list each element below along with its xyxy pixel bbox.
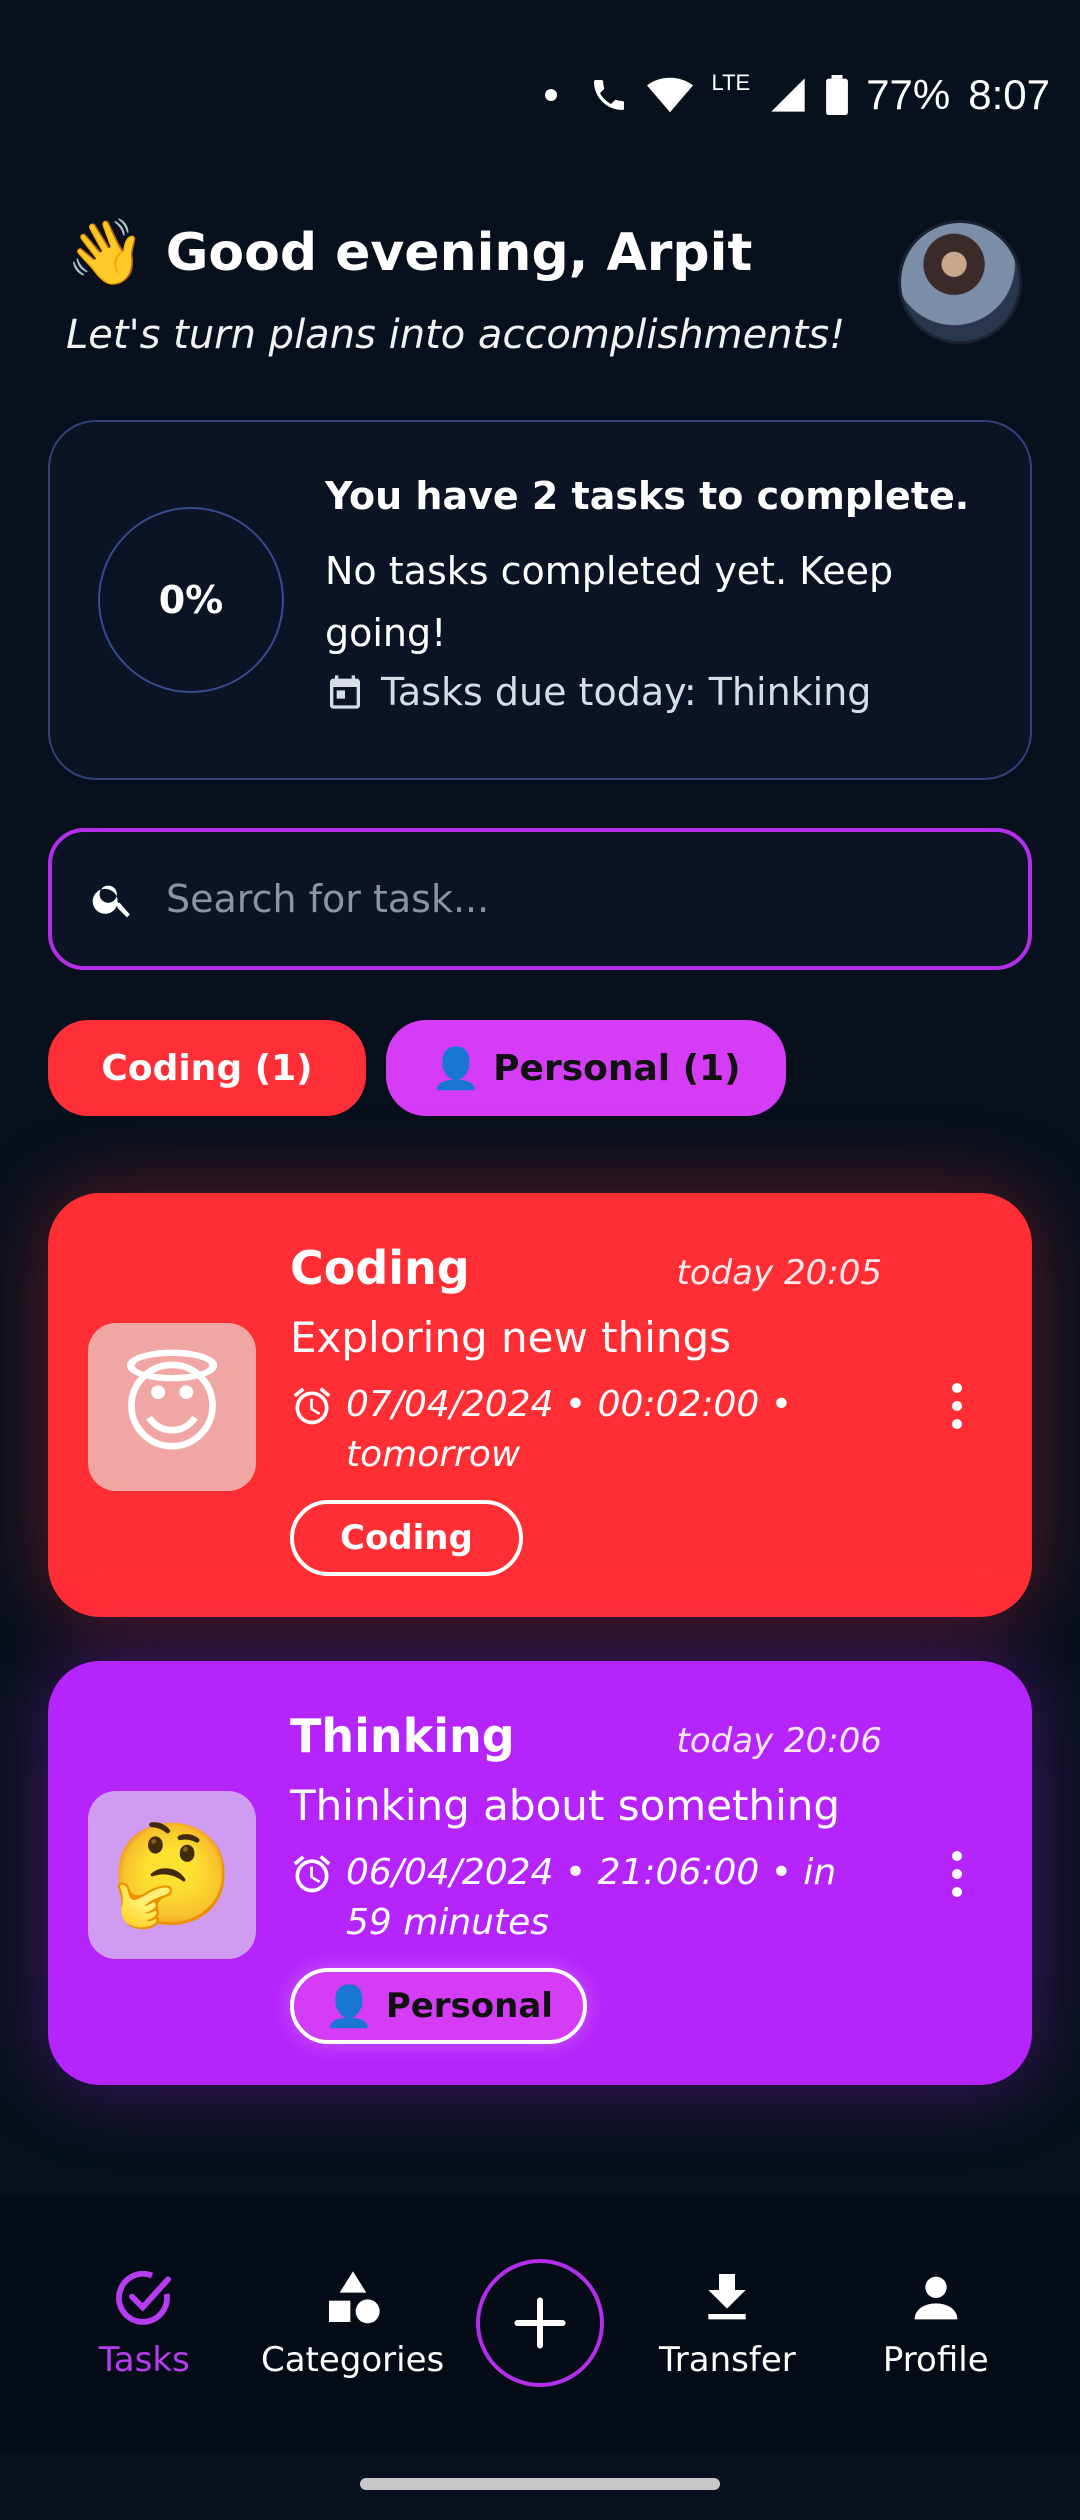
task-category-tag: Coding [290,1500,523,1576]
status-bar: LTE 77% 8:07 [0,0,1080,190]
chip-personal[interactable]: 👤 Personal (1) [386,1020,786,1116]
thinking-face-icon: 🤔 [109,1816,235,1933]
nav-categories[interactable]: Categories [261,2266,444,2380]
nav-profile-label: Profile [882,2339,989,2380]
task-emoji: 🤔 [88,1791,256,1959]
shapes-icon [328,2270,380,2323]
header: 👋 Good evening, Arpit Let's turn plans i… [66,215,1030,358]
task-body: Thinking today 20:06 Thinking about some… [290,1709,882,2044]
task-created-time: today 20:06 [676,1721,882,1761]
task-deadline: 06/04/2024 • 21:06:00 • in 59 minutes [290,1848,882,1948]
summary-title: You have 2 tasks to complete. [325,474,970,518]
chip-coding-label: Coding (1) [101,1047,313,1089]
wifi-calling-icon [594,80,625,110]
task-description: Exploring new things [290,1313,732,1362]
task-card-thinking[interactable]: 🤔 Thinking today 20:06 Thinking about so… [48,1661,1032,2085]
halo-smile-icon: 😇 [119,1348,225,1466]
avatar[interactable] [898,220,1022,344]
greeting-text: Good evening, Arpit [165,222,753,283]
battery-icon [826,75,849,115]
due-today: Tasks due today: Thinking [325,670,990,714]
battery-level: 77% [866,71,951,118]
nav-categories-label: Categories [260,2339,445,2380]
download-icon [708,2273,747,2319]
network-type: LTE [711,70,751,95]
chip-personal-label: Personal (1) [493,1047,741,1089]
home-indicator[interactable] [360,2478,720,2490]
search-input[interactable]: Search for task... [48,828,1032,970]
clock: 8:07 [968,71,1050,118]
task-category-tag: 👤 Personal [290,1968,587,2044]
bottom-nav: Tasks Categories Transfer Profile [0,2195,1080,2450]
more-options-icon[interactable] [952,1383,962,1429]
greeting-row: 👋 Good evening, Arpit [66,215,1030,290]
search-placeholder: Search for task... [166,877,490,921]
nav-profile[interactable]: Profile [851,2266,1021,2380]
person-icon: 👤 [324,1983,374,2030]
task-top-row: Thinking today 20:06 [290,1709,882,1763]
alarm-icon [293,1387,331,1425]
check-circle-icon [116,2270,172,2325]
task-deadline-text: 07/04/2024 • 00:02:00 • tomorrow [346,1384,792,1475]
summary-card: 0% You have 2 tasks to complete. No task… [48,420,1032,780]
person-icon: 👤 [431,1045,482,1092]
task-top-row: Coding today 20:05 [290,1241,882,1295]
wave-icon: 👋 [66,216,146,290]
task-created-time: today 20:05 [676,1253,882,1293]
search-icon [92,885,130,918]
summary-message: No tasks completed yet. Keep going! [325,549,894,655]
task-emoji: 😇 [88,1323,256,1491]
person-icon [914,2276,958,2319]
subtitle: Let's turn plans into accomplishments! [66,312,846,358]
nav-transfer-label: Transfer [659,2339,796,2380]
task-description: Thinking about something [290,1781,841,1830]
task-name: Coding [290,1241,470,1295]
wifi-icon [647,77,694,113]
nav-tasks-label: Tasks [98,2339,190,2380]
task-card-coding[interactable]: 😇 Coding today 20:05 Exploring new thing… [48,1193,1032,1617]
notification-dot-icon [545,89,558,101]
due-today-text: Tasks due today: Thinking [381,670,872,714]
task-tag-label: Coding [340,1518,473,1558]
progress-percent: 0% [158,578,224,622]
alarm-icon [293,1855,331,1893]
task-tag-label: Personal [385,1986,553,2026]
chip-coding[interactable]: Coding (1) [48,1020,366,1116]
task-name: Thinking [290,1709,515,1763]
plus-icon [514,2297,566,2348]
nav-transfer[interactable]: Transfer [642,2266,812,2380]
task-deadline-text: 06/04/2024 • 21:06:00 • in 59 minutes [346,1852,837,1943]
task-deadline: 07/04/2024 • 00:02:00 • tomorrow [290,1380,882,1480]
category-chips: Coding (1) 👤 Personal (1) [48,1020,786,1116]
progress-ring: 0% [98,507,284,693]
cell-signal-icon [771,78,805,112]
task-body: Coding today 20:05 Exploring new things … [290,1241,882,1576]
nav-tasks[interactable]: Tasks [59,2266,229,2380]
add-task-button[interactable] [475,2258,604,2387]
more-options-icon[interactable] [952,1851,962,1897]
calendar-icon [330,675,360,709]
summary-text: You have 2 tasks to complete. No tasks c… [325,474,990,714]
